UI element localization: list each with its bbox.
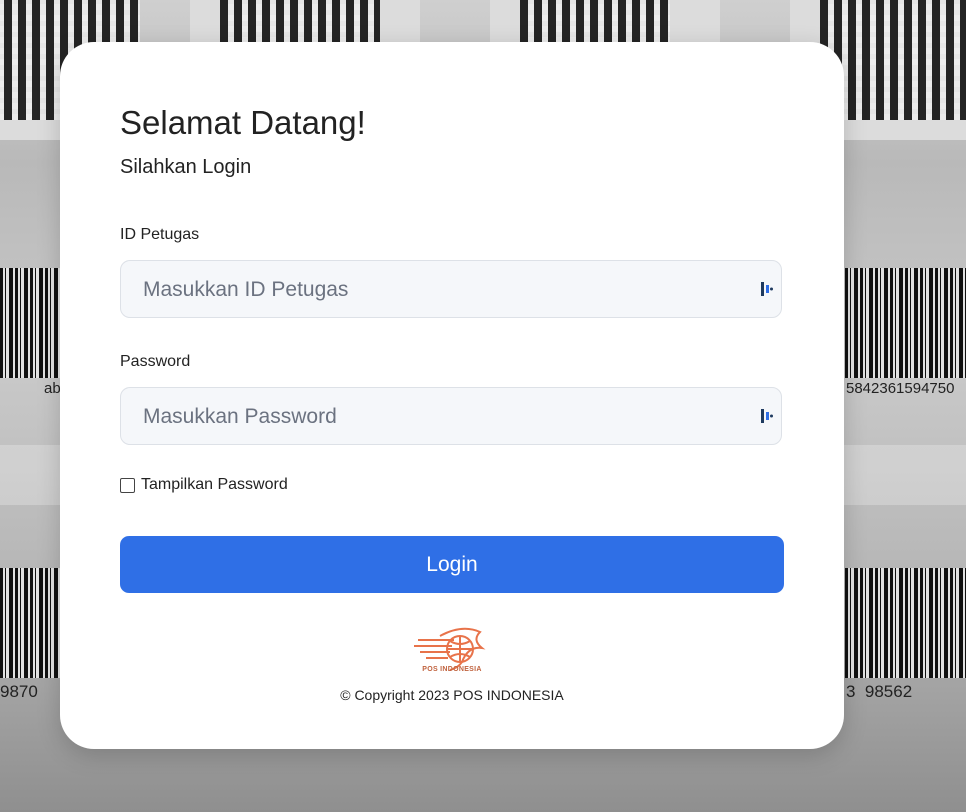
background-barcode-text: 5842361594750 <box>846 380 955 397</box>
page-subtitle: Silahkan Login <box>120 156 252 178</box>
logo-text: POS INDONESIA <box>422 666 482 673</box>
password-manager-key-icon[interactable] <box>761 281 773 297</box>
background-barcode <box>0 268 60 378</box>
id-petugas-label: ID Petugas <box>120 226 200 243</box>
login-card: Selamat Datang! Silahkan Login ID Petuga… <box>60 42 844 749</box>
background-barcode <box>0 568 60 678</box>
background-barcode <box>845 568 966 678</box>
show-password-checkbox[interactable] <box>120 477 135 493</box>
password-input[interactable] <box>141 388 745 446</box>
show-password-label: Tampilkan Password <box>141 476 288 493</box>
background-barcode-text: ab <box>44 380 61 397</box>
password-label: Password <box>120 353 191 370</box>
background-barcode-text: 3 98562 <box>846 682 913 701</box>
background-barcode <box>845 268 966 378</box>
show-password-checkbox-row[interactable]: Tampilkan Password <box>120 476 288 494</box>
id-petugas-field <box>120 260 782 319</box>
password-manager-key-icon[interactable] <box>761 408 773 424</box>
page-title: Selamat Datang! <box>120 104 366 141</box>
password-field <box>120 387 782 446</box>
background-barcode-text: 9870 <box>0 682 38 701</box>
copyright-text: © Copyright 2023 POS INDONESIA <box>340 687 564 703</box>
id-petugas-input[interactable] <box>141 261 745 319</box>
login-button[interactable]: Login <box>120 536 784 593</box>
